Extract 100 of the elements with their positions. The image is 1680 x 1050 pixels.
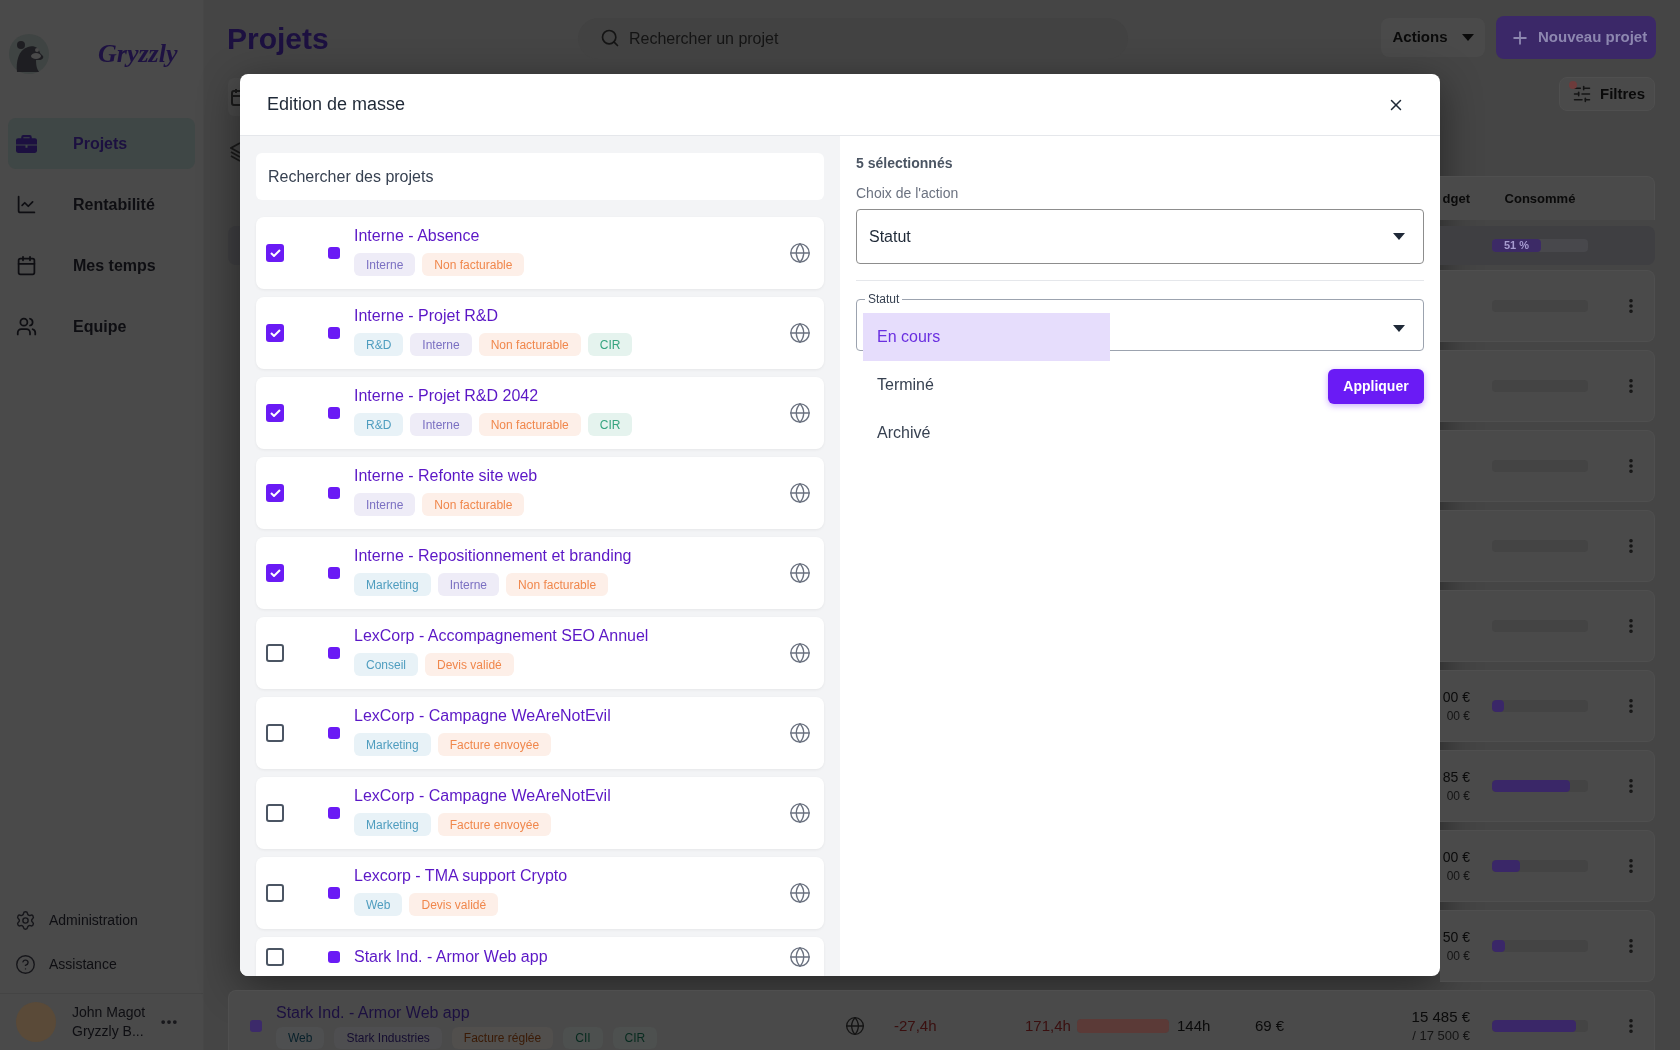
tag: Devis validé [425, 653, 514, 676]
caret-icon [1461, 34, 1474, 41]
project-name: Interne - Projet R&D [354, 306, 500, 326]
tag: Facture réglée [451, 1027, 554, 1049]
search-icon [600, 28, 620, 48]
amount-text: 50 € [1442, 928, 1470, 947]
caret-icon [1393, 233, 1405, 240]
checkmark-icon [269, 569, 281, 577]
amount-text: 15 485 € [1411, 1007, 1470, 1027]
checkbox[interactable] [266, 724, 284, 742]
project-name: Interne - Refonte site web [354, 466, 539, 486]
line-chart-icon [16, 194, 37, 215]
project-card[interactable]: LexCorp - Campagne WeAreNotEvil Marketing Facture envoyée [256, 777, 824, 849]
project-card[interactable]: Interne - Repositionnement et branding Marketing Interne Non facturable [256, 537, 824, 609]
toolbar-button[interactable] [228, 78, 240, 116]
percentage-label: 51 % [1502, 239, 1530, 252]
bear-logo-icon [9, 34, 49, 74]
checkbox[interactable] [266, 244, 284, 262]
project-card[interactable]: Interne - Refonte site web Interne Non facturable [256, 457, 824, 529]
tag: Marketing [354, 733, 431, 756]
field-label: Choix de l'action [856, 184, 960, 203]
project-name: Lexcorp - TMA support Crypto [354, 866, 569, 886]
layers-icon [230, 142, 240, 162]
checkbox[interactable] [266, 324, 284, 342]
checkbox[interactable] [266, 404, 284, 422]
checkmark-icon [269, 489, 281, 497]
project-name: Stark Ind. - Armor Web app [354, 946, 549, 967]
project-name: Interne - Repositionnement et branding [354, 546, 633, 566]
tag: CIR [612, 1027, 658, 1049]
tag: Non facturable [506, 573, 609, 596]
project-card[interactable]: LexCorp - Campagne WeAreNotEvil Marketing Facture envoyée [256, 697, 824, 769]
column-header: dget [1441, 189, 1470, 208]
rate-text: 69 € [1255, 1015, 1286, 1036]
project-card[interactable]: Interne - Projet R&D 2042 R&D Interne Non facturable CIR [256, 377, 824, 449]
checkbox[interactable] [266, 804, 284, 822]
tag: Devis validé [409, 893, 499, 916]
people-icon [16, 316, 37, 337]
globe-icon [789, 882, 811, 904]
settings-icon [15, 909, 36, 931]
globe-icon [789, 322, 811, 344]
globe-icon [789, 642, 811, 664]
checkbox[interactable] [266, 884, 284, 902]
apply-button[interactable]: Appliquer [1328, 369, 1424, 404]
checkmark-icon [269, 329, 281, 337]
sliders-icon [1572, 84, 1592, 104]
project-card[interactable]: LexCorp - Accompagnement SEO Annuel Conseil Devis validé [256, 617, 824, 689]
tag: Non facturable [422, 253, 525, 276]
tag: Interne [410, 413, 472, 436]
tag: Interne [410, 333, 472, 356]
globe-icon [789, 802, 811, 824]
new-project-button[interactable]: Nouveau projet [1496, 16, 1656, 59]
globe-icon [845, 1016, 865, 1036]
tag: R&D [354, 333, 404, 356]
company-name: Gryzzly B... [72, 1022, 145, 1041]
dropdown-option[interactable]: En cours [863, 313, 1110, 361]
project-name: LexCorp - Campagne WeAreNotEvil [354, 706, 612, 726]
tag: Web [276, 1027, 325, 1049]
tag: Stark Industries [334, 1027, 442, 1049]
tag: Interne [354, 493, 416, 516]
tag: Facture envoyée [437, 733, 552, 756]
project-card[interactable]: Stark Ind. - Armor Web app [256, 937, 824, 976]
globe-icon [789, 562, 811, 584]
caret-icon [1393, 324, 1405, 332]
total-row [228, 226, 240, 265]
checkmark-icon [269, 409, 281, 417]
tag: Marketing [354, 573, 431, 596]
checkbox[interactable] [266, 564, 284, 582]
amount-text: 00 € [1442, 688, 1470, 707]
tag: R&D [354, 413, 404, 436]
planned-text: 144h [1177, 1015, 1212, 1036]
project-name: Interne - Projet R&D 2042 [354, 386, 540, 406]
project-card[interactable]: Interne - Absence Interne Non facturable [256, 217, 824, 289]
project-name: Interne - Absence [354, 226, 481, 246]
help-icon [15, 953, 36, 975]
globe-icon [789, 722, 811, 744]
globe-icon [789, 482, 811, 504]
selection-count: 5 sélectionnés [856, 154, 954, 173]
tag: Marketing [354, 813, 431, 836]
calendar-icon [231, 88, 240, 106]
search-field[interactable]: Rechercher des projets [256, 153, 824, 200]
project-card[interactable]: Lexcorp - TMA support Crypto Web Devis validé [256, 857, 824, 929]
tag: Web [354, 893, 403, 916]
checkbox[interactable] [266, 644, 284, 662]
checkbox[interactable] [266, 484, 284, 502]
tag: Facture envoyée [437, 813, 552, 836]
calendar-icon [16, 255, 37, 276]
tag: Non facturable [478, 333, 581, 356]
checkbox[interactable] [266, 947, 284, 966]
project-name: Stark Ind. - Armor Web app [276, 1003, 471, 1023]
tag: CIR [587, 333, 633, 356]
project-name: LexCorp - Accompagnement SEO Annuel [354, 626, 650, 646]
dropdown-option[interactable]: Terminé [863, 361, 1110, 409]
action-select[interactable]: Statut [856, 209, 1424, 264]
globe-icon [789, 402, 811, 424]
tag: Interne [354, 253, 416, 276]
project-name: LexCorp - Campagne WeAreNotEvil [354, 786, 612, 806]
tag: Interne [437, 573, 500, 596]
column-header: Consommé [1503, 189, 1577, 208]
project-card[interactable]: Interne - Projet R&D R&D Interne Non facturable CIR [256, 297, 824, 369]
dropdown-option[interactable]: Archivé [863, 409, 1110, 457]
